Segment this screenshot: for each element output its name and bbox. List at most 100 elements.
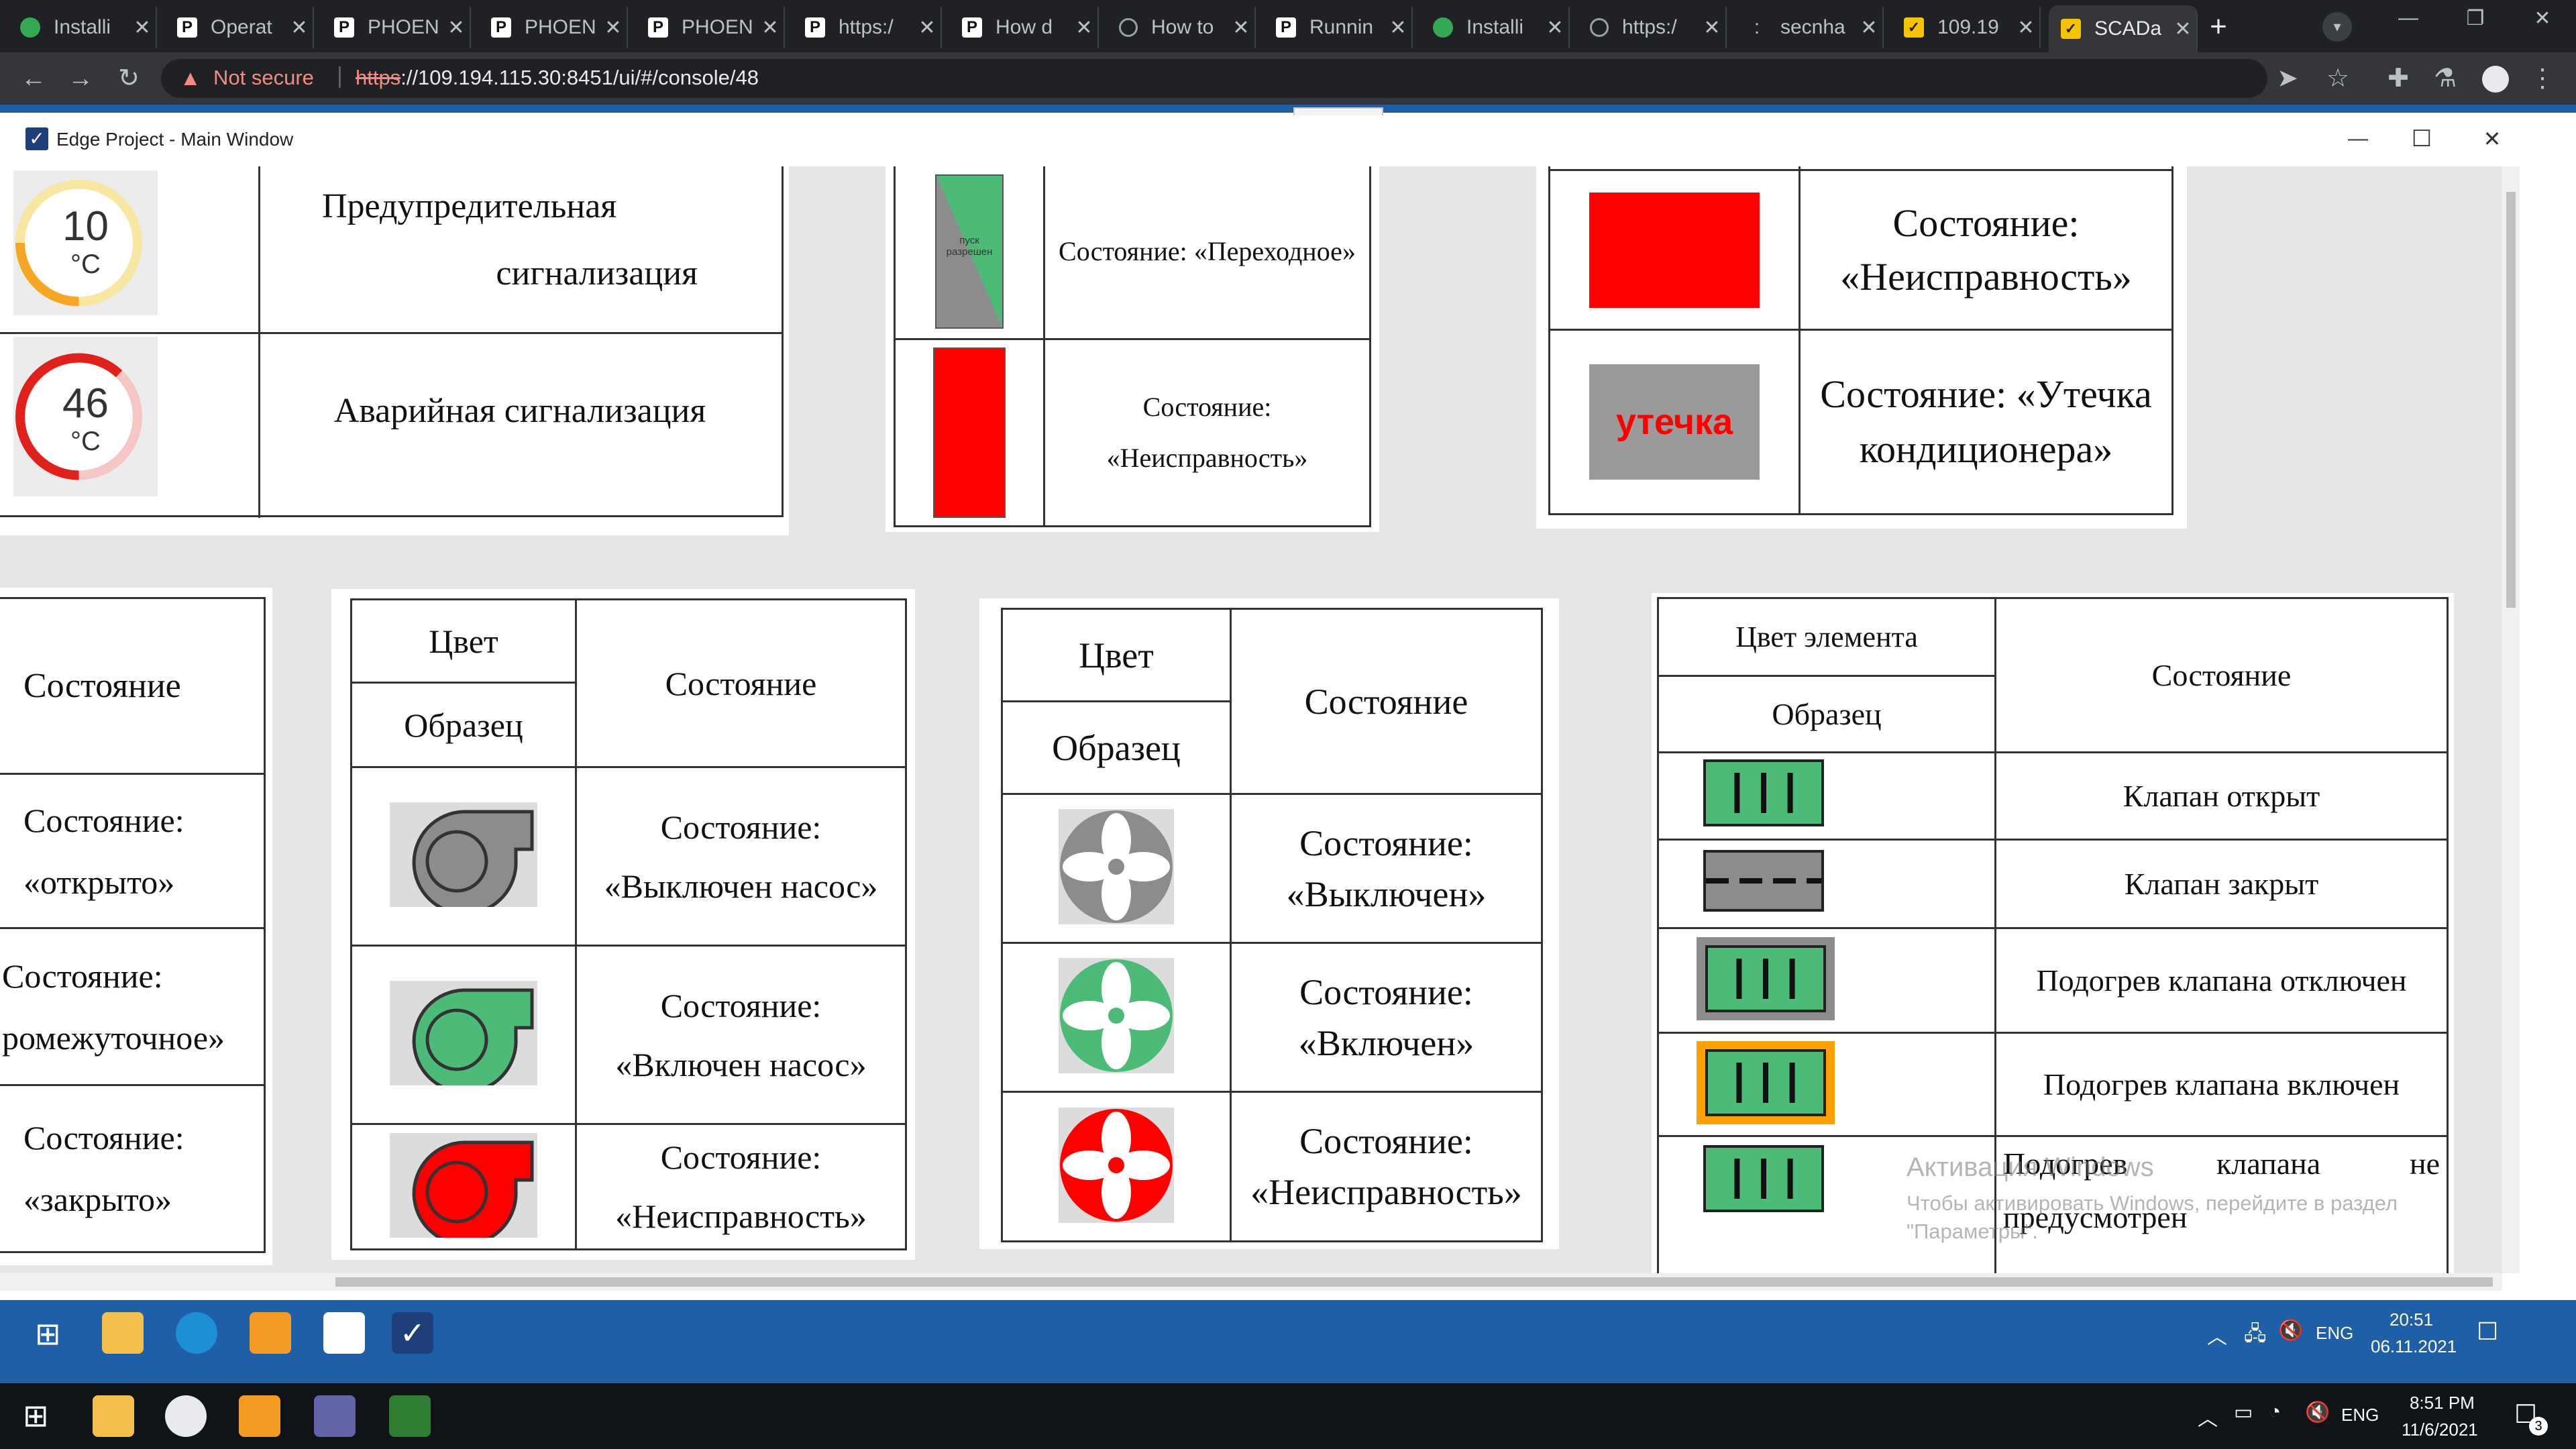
valve-open-swatch-cell: [1657, 751, 1996, 841]
remote-lang[interactable]: ENG: [2316, 1323, 2353, 1344]
tab-close-icon[interactable]: ✕: [2169, 17, 2196, 41]
remote-edge-icon[interactable]: [176, 1312, 217, 1354]
start-icon[interactable]: ⊞: [23, 1400, 49, 1431]
valve-state-table: пуск разрешен Состояние: «Переходное» Со…: [894, 166, 1371, 527]
remote-scada-editor-icon[interactable]: [250, 1312, 291, 1354]
send-tab-icon[interactable]: ➤: [2267, 59, 2308, 98]
tab-search-icon[interactable]: ▾: [2322, 12, 2352, 42]
browser-close-icon[interactable]: ✕: [2522, 7, 2563, 40]
alarm-table-rule: [0, 332, 784, 334]
tray-chevron-icon[interactable]: ︿: [2198, 1402, 2218, 1432]
browser-menu-icon[interactable]: ⋮: [2522, 59, 2563, 98]
browser-tab-title: Runnin: [1309, 16, 1374, 38]
tab-close-icon[interactable]: ✕: [600, 16, 627, 40]
tab-close-icon[interactable]: ✕: [1071, 16, 1097, 40]
tab-close-icon[interactable]: ✕: [443, 16, 470, 40]
transition-state-label: Состояние: «Переходное»: [1043, 166, 1371, 340]
browser-minimize-icon[interactable]: —: [2388, 7, 2428, 40]
valve-open-label: Клапан открыт: [1994, 751, 2449, 841]
browser-tab[interactable]: Installi ✕: [1421, 7, 1570, 48]
vertical-scrollbar-thumb[interactable]: [2506, 192, 2516, 608]
lang[interactable]: ENG: [2341, 1405, 2379, 1426]
battery-icon[interactable]: ▭: [2234, 1401, 2253, 1424]
browser-tab-title: PHOEN: [525, 16, 596, 38]
transition-swatch-cell: пуск разрешен: [894, 166, 1045, 340]
alarm-table-divider: [258, 166, 260, 518]
clock-time[interactable]: 8:51 PM: [2410, 1393, 2475, 1413]
tab-close-icon[interactable]: ✕: [1385, 16, 1411, 40]
browser-tab-title: How to: [1151, 16, 1214, 38]
remote-volume-icon[interactable]: 🔇: [2278, 1319, 2303, 1342]
extensions-icon[interactable]: ✚: [2378, 59, 2418, 98]
browser-tab[interactable]: P Runnin ✕: [1264, 7, 1413, 48]
browser-tab[interactable]: P PHOEN ✕: [322, 7, 471, 48]
browser-tab[interactable]: P How d ✕: [950, 7, 1099, 48]
teams-icon[interactable]: [314, 1395, 356, 1437]
browser-tab[interactable]: P Operat ✕: [165, 7, 314, 48]
browser-tab[interactable]: ✓ 109.19 ✕: [1892, 7, 2041, 48]
browser-tab[interactable]: Installi ✕: [8, 7, 157, 48]
browser-tab[interactable]: ✓ SCADa ✕: [2049, 5, 2198, 52]
remote-tray-chevron-icon[interactable]: ︿: [2207, 1320, 2227, 1350]
browser-tab[interactable]: Phttps:/ ✕: [793, 7, 942, 48]
forward-icon[interactable]: →: [60, 59, 101, 98]
scada-app-icon[interactable]: [239, 1395, 280, 1437]
new-tab-button[interactable]: +: [2202, 7, 2235, 47]
remote-explorer-icon[interactable]: [102, 1312, 144, 1354]
remote-clock-date[interactable]: 06.11.2021: [2371, 1336, 2457, 1357]
tab-close-icon[interactable]: ✕: [1699, 16, 1725, 40]
browser-tab[interactable]: P PHOEN ✕: [479, 7, 628, 48]
profile-avatar-icon[interactable]: [2482, 66, 2509, 93]
horizontal-scrollbar[interactable]: [0, 1273, 2502, 1291]
window-minimize-icon[interactable]: —: [2341, 122, 2375, 156]
tab-close-icon[interactable]: ✕: [757, 16, 784, 40]
vertical-scrollbar[interactable]: [2502, 166, 2520, 1273]
clock-date[interactable]: 11/6/2021: [2402, 1419, 2478, 1440]
fan-fault-swatch-cell: [1001, 1091, 1232, 1242]
address-bar[interactable]: ▲ Not secure | https://109.194.115.30:84…: [161, 59, 2267, 98]
browser-tab-title: 109.19: [1937, 16, 1999, 38]
scada-icon: ✓: [2061, 19, 2081, 39]
valve-heat-on-label: Подогрев клапана включен: [1994, 1032, 2449, 1137]
tab-close-icon[interactable]: ✕: [914, 16, 941, 40]
browser-maximize-icon[interactable]: ❐: [2455, 7, 2496, 40]
browser-tab[interactable]: How to ✕: [1107, 7, 1256, 48]
tab-close-icon[interactable]: ✕: [1228, 16, 1254, 40]
tab-close-icon[interactable]: ✕: [1856, 16, 1882, 40]
fan-hub: [1108, 1157, 1124, 1173]
url-text[interactable]: https://109.194.115.30:8451/ui/#/console…: [356, 66, 759, 90]
tab-close-icon[interactable]: ✕: [2012, 16, 2039, 40]
remote-app-icon[interactable]: [323, 1312, 365, 1354]
remote-edge-project-icon[interactable]: ✓: [392, 1312, 433, 1354]
fan-hub: [1108, 1008, 1124, 1024]
browser-tab[interactable]: : secnha ✕: [1735, 7, 1884, 48]
tab-close-icon[interactable]: ✕: [1542, 16, 1568, 40]
remote-start-icon[interactable]: ⊞: [35, 1318, 61, 1349]
reload-icon[interactable]: ↻: [109, 59, 149, 98]
tab-close-icon[interactable]: ✕: [129, 16, 156, 40]
window-maximize-icon[interactable]: ☐: [2405, 122, 2438, 156]
browser-tab[interactable]: P PHOEN ✕: [636, 7, 785, 48]
browser-tab[interactable]: https:/ ✕: [1578, 7, 1727, 48]
security-label[interactable]: Not secure: [213, 66, 314, 90]
pump-sample-header: Образец: [350, 682, 577, 768]
window-close-icon[interactable]: ✕: [2475, 122, 2509, 156]
pump-off-label: Состояние: «Выключен насос»: [575, 766, 907, 947]
notification-count-badge: 3: [2529, 1417, 2548, 1436]
panel-pump: Цвет Состояние Образец Состояние: «Выклю…: [331, 589, 915, 1260]
remote-network-icon[interactable]: 🖧: [2244, 1319, 2266, 1353]
spreadsheet-icon[interactable]: [389, 1395, 431, 1437]
back-icon[interactable]: ←: [13, 59, 54, 98]
horizontal-scrollbar-thumb[interactable]: [335, 1277, 2493, 1287]
volume-icon[interactable]: 🔇: [2305, 1401, 2330, 1424]
globe-icon: [1590, 18, 1609, 37]
activation-watermark-link: "Параметры".: [1907, 1220, 2038, 1243]
remote-notification-icon[interactable]: ☐: [2477, 1318, 2498, 1346]
tab-close-icon[interactable]: ✕: [286, 16, 313, 40]
wifi-icon[interactable]: ◔: [2269, 1401, 2281, 1424]
extension-icon[interactable]: ⚗: [2425, 59, 2465, 98]
file-explorer-icon[interactable]: [93, 1395, 134, 1437]
bookmark-star-icon[interactable]: ☆: [2318, 59, 2358, 98]
chrome-icon[interactable]: [165, 1395, 207, 1437]
remote-clock-time[interactable]: 20:51: [2390, 1309, 2433, 1330]
